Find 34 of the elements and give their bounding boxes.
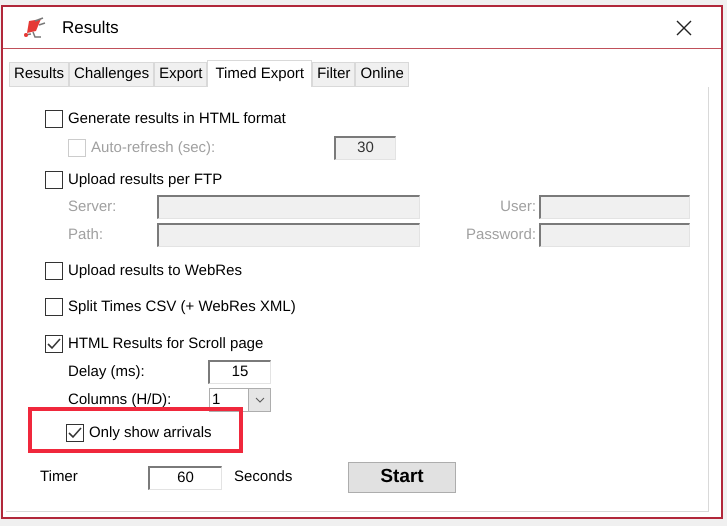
field-label: Delay (ms):	[68, 362, 146, 382]
checkbox-label: Split Times CSV (+ WebRes XML)	[68, 296, 296, 317]
field-label: Columns (H/D):	[68, 390, 172, 410]
checkbox[interactable]	[66, 424, 84, 442]
close-icon[interactable]	[676, 20, 692, 36]
dropdown[interactable]: 1	[209, 388, 271, 412]
app-logo-icon	[21, 16, 47, 38]
input-field[interactable]: 60	[148, 466, 222, 490]
checkbox-label: Generate results in HTML format	[68, 108, 286, 129]
timer-label: Timer	[40, 467, 79, 488]
tab[interactable]: Filter	[312, 62, 356, 87]
checkbox-label: HTML Results for Scroll page	[68, 334, 264, 354]
tab[interactable]: Online	[355, 62, 409, 87]
start-button[interactable]: Start	[348, 462, 456, 493]
unit-label: Seconds	[234, 467, 294, 488]
checkbox-label: Upload results per FTP	[68, 170, 222, 190]
tab[interactable]: Export	[154, 62, 208, 87]
checkbox[interactable]	[45, 335, 63, 353]
checkbox[interactable]	[45, 262, 63, 280]
window-title: Results	[62, 16, 119, 39]
checkbox-label: Upload results to WebRes	[68, 260, 242, 281]
checkbox-label: Auto-refresh (sec):	[91, 138, 216, 158]
field-label: Server:	[68, 196, 118, 217]
checkbox[interactable]	[45, 298, 63, 316]
checkbox[interactable]	[45, 171, 63, 189]
field-label: User:	[499, 196, 537, 217]
tab[interactable]: Challenges	[69, 62, 154, 87]
input-field[interactable]: 15	[208, 360, 271, 384]
checkbox-label: Only show arrivals	[89, 422, 212, 443]
field-label: Path:	[68, 224, 104, 245]
tab[interactable]: Results	[9, 62, 70, 87]
checkbox[interactable]	[45, 110, 63, 128]
tab[interactable]: Timed Export	[207, 60, 312, 87]
field-label: Password:	[464, 224, 537, 245]
